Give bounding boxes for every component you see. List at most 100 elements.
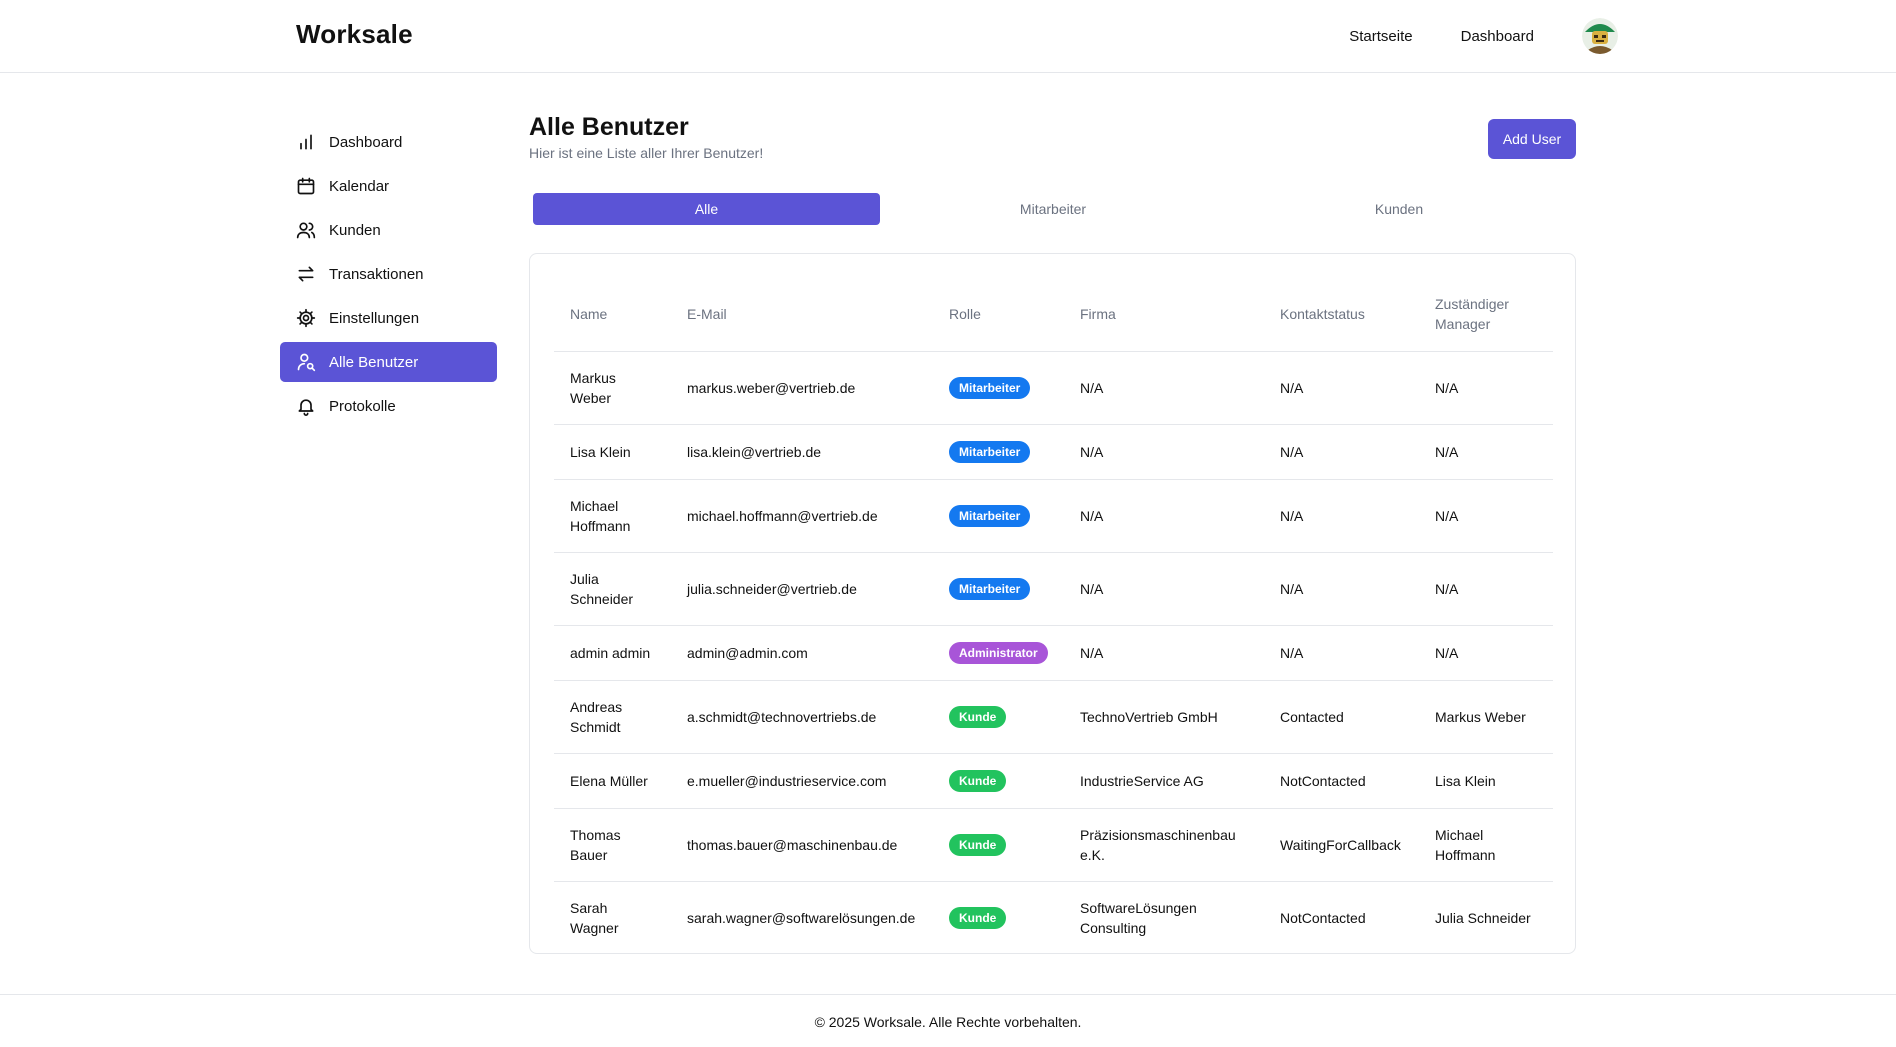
- cell-manager: N/A: [1419, 351, 1553, 425]
- cell-manager: N/A: [1419, 552, 1553, 626]
- tab-kunden[interactable]: Kunden: [1226, 193, 1572, 225]
- column-header-company[interactable]: Firma: [1064, 278, 1264, 352]
- cell-company: N/A: [1064, 479, 1264, 553]
- top-bar: Worksale Startseite Dashboard: [0, 0, 1896, 73]
- cell-email: sarah.wagner@softwarelösungen.de: [687, 909, 916, 926]
- nav-link-startseite[interactable]: Startseite: [1349, 28, 1412, 45]
- cell-manager: N/A: [1419, 424, 1553, 480]
- users-table: Name E-Mail Rolle Firma Kontaktstatus Zu…: [554, 278, 1553, 954]
- cell-role: Mitarbeiter: [933, 479, 1064, 553]
- sidebar-item-dashboard[interactable]: Dashboard: [280, 122, 497, 162]
- top-nav: Startseite Dashboard: [1349, 0, 1618, 72]
- cell-email: markus.weber@vertrieb.de: [671, 351, 933, 425]
- column-header-manager[interactable]: Zuständiger Manager: [1419, 278, 1553, 352]
- cell-name: Lisa Klein: [554, 424, 671, 480]
- table-row[interactable]: Julia Schneider julia.schneider@vertrieb.…: [554, 552, 1553, 626]
- column-header-name[interactable]: Name: [554, 278, 671, 352]
- role-badge: Kunde: [949, 906, 1007, 929]
- bell-icon: [298, 399, 314, 416]
- nav-link-dashboard[interactable]: Dashboard: [1461, 28, 1534, 45]
- cell-role: Administrator: [933, 625, 1064, 681]
- footer: © 2025 Worksale. Alle Rechte vorbehalten…: [0, 994, 1896, 1047]
- cell-email: michael.hoffmann@vertrieb.de: [671, 479, 933, 553]
- table-row[interactable]: Lisa Klein lisa.klein@vertrieb.de Mitarbei…: [554, 424, 1553, 480]
- role-badge: Administrator: [949, 641, 1048, 664]
- cell-name: Julia Schneider: [554, 552, 671, 626]
- page-title: Alle Benutzer: [529, 113, 689, 141]
- table-row[interactable]: Thomas Bauer thomas.bauer@maschinenbau.de…: [554, 808, 1553, 882]
- cell-manager: N/A: [1419, 479, 1553, 553]
- cell-company: Präzisionsmaschinenbau e.K.: [1064, 808, 1264, 882]
- table-row[interactable]: Elena Müller e.mueller@industrieservice.c…: [554, 753, 1553, 809]
- cell-company: N/A: [1064, 552, 1264, 626]
- add-user-button[interactable]: Add User: [1488, 119, 1576, 159]
- cell-manager: Markus Weber: [1419, 680, 1553, 754]
- table-row[interactable]: admin admin admin@admin.com Administrator N…: [554, 625, 1553, 681]
- footer-copyright: © 2025 Worksale. Alle Rechte vorbehalten…: [814, 1014, 1082, 1030]
- column-header-email[interactable]: E-Mail: [671, 278, 933, 352]
- page-subtitle: Hier ist eine Liste aller Ihrer Benutzer…: [529, 145, 764, 161]
- cell-name: Markus Weber: [554, 351, 671, 425]
- sidebar-item-label: Alle Benutzer: [329, 353, 419, 371]
- sidebar-item-alle-benutzer[interactable]: Alle Benutzer: [280, 342, 497, 382]
- cell-manager: N/A: [1419, 625, 1553, 681]
- cell-email: a.schmidt@technovertriebs.de: [671, 680, 933, 754]
- table-row[interactable]: Sarah Wagner sarah.wagner@softwarelösunge…: [554, 881, 1553, 954]
- cell-name: Sarah Wagner: [570, 899, 619, 936]
- sidebar-item-label: Dashboard: [329, 133, 403, 151]
- column-header-contact-status[interactable]: Kontaktstatus: [1264, 278, 1419, 352]
- bar-chart-icon: [300, 134, 312, 150]
- calendar-icon: [297, 177, 315, 195]
- table-header-row: Name E-Mail Rolle Firma Kontaktstatus Zu…: [554, 278, 1553, 352]
- table-row[interactable]: Michael Hoffmann michael.hoffmann@vertrie…: [554, 479, 1553, 553]
- cell-email: lisa.klein@vertrieb.de: [671, 424, 933, 480]
- cell-contact-status: NotContacted: [1280, 909, 1366, 926]
- cell-contact-status: N/A: [1264, 479, 1419, 553]
- cell-role: Mitarbeiter: [933, 351, 1064, 425]
- cell-contact-status: N/A: [1264, 424, 1419, 480]
- cell-contact-status: N/A: [1264, 351, 1419, 425]
- cell-role: Kunde: [933, 881, 1064, 954]
- sidebar-item-label: Protokolle: [329, 397, 396, 415]
- main-content: Alle Benutzer Hier ist eine Liste aller …: [529, 113, 1576, 954]
- sidebar-item-label: Transaktionen: [329, 265, 424, 283]
- sidebar: Dashboard Kalendar Kunden Transaktionen …: [280, 122, 497, 430]
- role-badge: Mitarbeiter: [949, 577, 1031, 600]
- role-badge: Mitarbeiter: [949, 504, 1031, 527]
- cell-name: admin admin: [554, 625, 671, 681]
- table-row[interactable]: Markus Weber markus.weber@vertrieb.de Mita…: [554, 351, 1553, 425]
- tab-alle[interactable]: Alle: [533, 193, 880, 225]
- cell-manager: Julia Schneider: [1435, 909, 1531, 926]
- cell-email: julia.schneider@vertrieb.de: [671, 552, 933, 626]
- users-icon: [296, 222, 316, 239]
- cell-role: Mitarbeiter: [933, 552, 1064, 626]
- cell-role: Kunde: [933, 753, 1064, 809]
- sidebar-item-label: Kunden: [329, 221, 381, 239]
- user-search-icon: [297, 353, 316, 372]
- cell-company: TechnoVertrieb GmbH: [1064, 680, 1264, 754]
- role-badge: Mitarbeiter: [949, 376, 1031, 399]
- column-header-role[interactable]: Rolle: [933, 278, 1064, 352]
- sidebar-item-kunden[interactable]: Kunden: [280, 210, 497, 250]
- sidebar-item-transaktionen[interactable]: Transaktionen: [280, 254, 497, 294]
- table-row[interactable]: Andreas Schmidt a.schmidt@technovertriebs…: [554, 680, 1553, 754]
- tab-mitarbeiter[interactable]: Mitarbeiter: [880, 193, 1226, 225]
- sidebar-item-kalendar[interactable]: Kalendar: [280, 166, 497, 206]
- cell-manager: Michael Hoffmann: [1419, 808, 1553, 882]
- role-badge: Mitarbeiter: [949, 440, 1031, 463]
- cell-contact-status: WaitingForCallback: [1264, 808, 1419, 882]
- cell-company: N/A: [1064, 625, 1264, 681]
- role-badge: Kunde: [949, 769, 1007, 792]
- cell-role: Kunde: [933, 680, 1064, 754]
- cell-name: Thomas Bauer: [554, 808, 671, 882]
- cell-contact-status: NotContacted: [1264, 753, 1419, 809]
- role-badge: Kunde: [949, 705, 1007, 728]
- brand-logo[interactable]: Worksale: [296, 19, 413, 50]
- avatar[interactable]: [1582, 18, 1618, 54]
- arrows-swap-icon: [298, 266, 314, 282]
- cell-company: N/A: [1064, 351, 1264, 425]
- cell-manager: Lisa Klein: [1419, 753, 1553, 809]
- cell-email: thomas.bauer@maschinenbau.de: [671, 808, 933, 882]
- sidebar-item-einstellungen[interactable]: Einstellungen: [280, 298, 497, 338]
- sidebar-item-protokolle[interactable]: Protokolle: [280, 386, 497, 426]
